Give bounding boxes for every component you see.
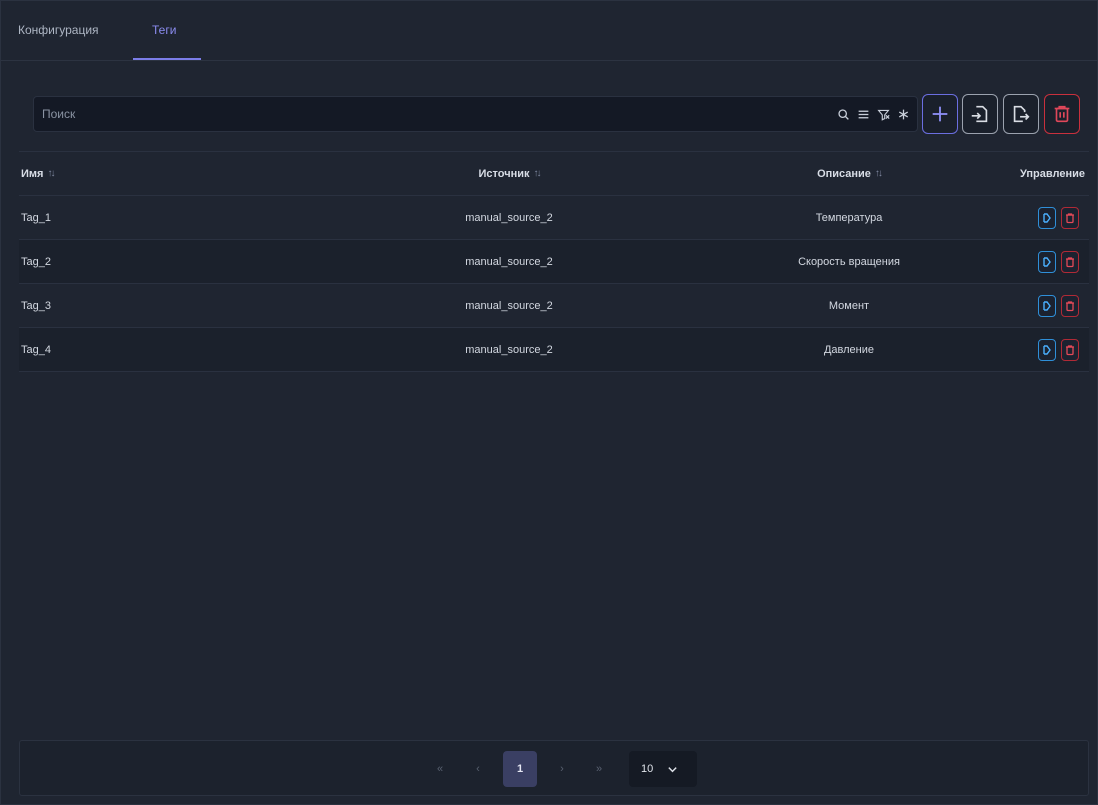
trash-icon (1066, 256, 1074, 267)
edit-row-button[interactable] (1038, 294, 1056, 317)
cell-source: manual_source_2 (465, 343, 553, 356)
trash-icon (1066, 344, 1074, 355)
column-header-actions: Управление (969, 152, 1089, 195)
cell-name: Tag_1 (21, 211, 51, 224)
edit-icon (1043, 300, 1051, 311)
cell-actions (969, 284, 1089, 327)
import-icon (971, 105, 988, 123)
column-header-label: Имя (21, 167, 44, 180)
export-icon (1013, 105, 1030, 123)
edit-icon (1043, 212, 1051, 223)
prev-page-button[interactable]: ‹ (466, 751, 490, 787)
page-button-current[interactable]: 1 (503, 751, 537, 787)
first-page-button[interactable]: « (428, 751, 452, 787)
tab-bar: Конфигурация Теги (1, 1, 1098, 61)
cell-description: Момент (828, 299, 870, 312)
delete-row-button[interactable] (1061, 294, 1079, 317)
cell-source: manual_source_2 (465, 255, 553, 268)
table-header: Имя ↑↓ Источник ↑↓ Описание ↑↓ Управление (19, 151, 1089, 196)
column-header-label: Описание (817, 167, 871, 180)
column-header-source[interactable]: Источник ↑↓ (359, 152, 659, 195)
export-button[interactable] (1003, 94, 1039, 134)
table-row[interactable]: Tag_4 manual_source_2 Давление (19, 328, 1089, 372)
page-size-select[interactable]: 10 (629, 751, 697, 787)
sort-icon[interactable]: ↑↓ (875, 168, 883, 179)
cell-source: manual_source_2 (465, 211, 553, 224)
column-header-name[interactable]: Имя ↑↓ (19, 152, 319, 195)
cell-description: Давление (823, 343, 875, 356)
delete-row-button[interactable] (1061, 250, 1079, 273)
page-size-value: 10 (641, 763, 654, 775)
delete-all-button[interactable] (1044, 94, 1080, 134)
sort-icon[interactable]: ↑↓ (47, 168, 55, 179)
edit-row-button[interactable] (1038, 338, 1056, 361)
tab-tags[interactable]: Теги (152, 23, 176, 61)
tags-panel: Конфигурация Теги Поиск Имя ↑↓ Источник … (0, 0, 1098, 805)
search-bar (33, 96, 918, 132)
next-page-button[interactable]: › (550, 751, 574, 787)
edit-icon (1043, 256, 1051, 267)
import-button[interactable] (962, 94, 998, 134)
cell-description: Скорость вращения (798, 255, 900, 268)
cell-actions (969, 240, 1089, 283)
edit-icon (1043, 344, 1051, 355)
search-icon[interactable] (835, 106, 851, 122)
cell-actions (969, 328, 1089, 371)
column-header-label: Управление (1019, 167, 1085, 180)
table-body: Tag_1 manual_source_2 Температура Tag_2 (19, 196, 1089, 372)
table-row[interactable]: Tag_3 manual_source_2 Момент (19, 284, 1089, 328)
filter-icon[interactable] (875, 106, 891, 122)
pagination: « ‹ 1 › » 10 (19, 740, 1089, 796)
chevron-down-icon (668, 766, 677, 772)
list-icon[interactable] (855, 106, 871, 122)
search-actions (835, 97, 911, 131)
delete-row-button[interactable] (1061, 338, 1079, 361)
cell-name: Tag_4 (21, 343, 51, 356)
sort-icon[interactable]: ↑↓ (534, 168, 542, 179)
tab-configuration[interactable]: Конфигурация (18, 23, 99, 61)
cell-source: manual_source_2 (465, 299, 553, 312)
tags-table: Имя ↑↓ Источник ↑↓ Описание ↑↓ Управление T… (19, 151, 1089, 372)
table-row[interactable]: Tag_1 manual_source_2 Температура (19, 196, 1089, 240)
active-tab-indicator (133, 58, 201, 60)
column-header-label: Источник (478, 167, 530, 180)
cell-actions (969, 196, 1089, 239)
edit-row-button[interactable] (1038, 206, 1056, 229)
cell-name: Tag_3 (21, 299, 51, 312)
add-tag-button[interactable] (922, 94, 958, 134)
plus-icon (932, 106, 948, 122)
trash-icon (1054, 105, 1070, 123)
column-header-description[interactable]: Описание ↑↓ (709, 152, 989, 195)
cell-name: Tag_2 (21, 255, 51, 268)
delete-row-button[interactable] (1061, 206, 1079, 229)
asterisk-icon[interactable] (895, 106, 911, 122)
table-row[interactable]: Tag_2 manual_source_2 Скорость вращения (19, 240, 1089, 284)
search-input[interactable] (42, 97, 812, 131)
edit-row-button[interactable] (1038, 250, 1056, 273)
last-page-button[interactable]: » (587, 751, 611, 787)
trash-icon (1066, 212, 1074, 223)
cell-description: Температура (815, 211, 883, 224)
trash-icon (1066, 300, 1074, 311)
